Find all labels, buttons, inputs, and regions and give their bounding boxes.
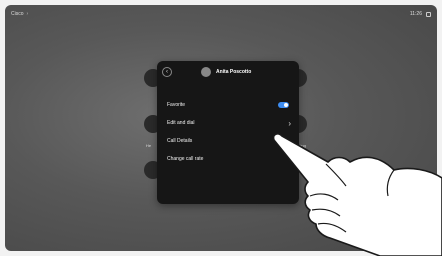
pointing-hand-illustration [272,133,442,256]
screen-icon[interactable] [426,11,431,17]
clock: 11:26 [409,11,422,17]
menu-item-label: Change call rate [167,156,204,162]
menu-item-favorite[interactable]: Favorite [157,96,299,114]
toggle-knob [284,103,288,107]
menu-item-label: Edit and dial [167,120,195,126]
contact-name: Anita Poscotto [216,69,252,75]
topbar-right: 11:26 [410,11,431,17]
modal-header: ‹ Anita Poscotto [157,61,299,83]
avatar [201,67,211,77]
bg-label-left: He [146,143,152,148]
favorite-toggle[interactable] [278,102,289,108]
back-arrow-icon[interactable]: ‹ [162,67,172,77]
menu-item-label: Favorite [167,102,186,108]
menu-item-label: Call Details [167,138,193,144]
brand-label: Cisco [11,11,24,17]
hand-outline [272,133,442,256]
topbar-left: Cisco › [11,11,28,17]
chevron-right-icon[interactable]: › [27,11,29,17]
